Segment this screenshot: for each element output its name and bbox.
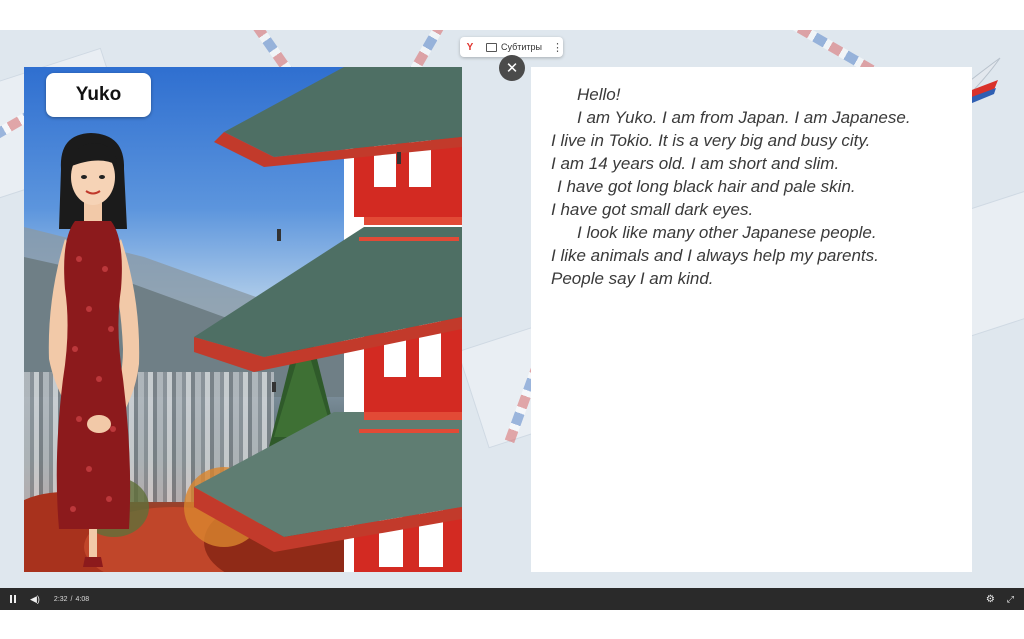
story-line: Hello! xyxy=(577,85,621,104)
story-line: I live in Tokio. It is a very big and bu… xyxy=(551,131,871,150)
story-line: I look like many other Japanese people. xyxy=(577,223,877,242)
girl-character-illustration xyxy=(48,133,140,567)
subtitles-button[interactable]: Субтитры xyxy=(501,42,542,52)
pagoda-illustration xyxy=(194,67,462,572)
story-line: I like animals and I always help my pare… xyxy=(551,246,879,265)
close-button[interactable]: ✕ xyxy=(499,55,525,81)
current-time: 2:32 xyxy=(53,595,68,603)
duration: 4:08 xyxy=(75,595,90,603)
gear-icon[interactable]: ⚙ xyxy=(986,594,995,605)
story-line: People say I am kind. xyxy=(551,269,714,288)
subtitles-toolbar: Y Субтитры ⋮ xyxy=(460,37,563,57)
story-line: I have got long black hair and pale skin… xyxy=(557,177,856,196)
video-player[interactable]: Yuko Hello! I am Yuko. I am from Japan. … xyxy=(0,30,1024,610)
illustration-scene: Yuko xyxy=(24,67,462,572)
subtitles-icon[interactable] xyxy=(485,42,497,52)
pause-icon[interactable] xyxy=(10,595,16,603)
story-text-panel: Hello! I am Yuko. I am from Japan. I am … xyxy=(531,67,972,572)
story-line: I am Yuko. I am from Japan. I am Japanes… xyxy=(577,108,911,127)
yandex-logo-icon[interactable]: Y xyxy=(460,42,480,53)
story-line: I have got small dark eyes. xyxy=(551,200,754,219)
more-vertical-icon[interactable]: ⋮ xyxy=(552,41,563,54)
fullscreen-icon[interactable]: ⤢ xyxy=(1007,594,1014,605)
time-separator: / xyxy=(70,595,73,603)
volume-icon[interactable]: ◀) xyxy=(30,594,40,605)
character-name-label: Yuko xyxy=(46,73,151,117)
story-line: I am 14 years old. I am short and slim. xyxy=(551,154,840,173)
player-controls: ◀) 2:32 / 4:08 ⚙ ⤢ xyxy=(0,588,1024,610)
